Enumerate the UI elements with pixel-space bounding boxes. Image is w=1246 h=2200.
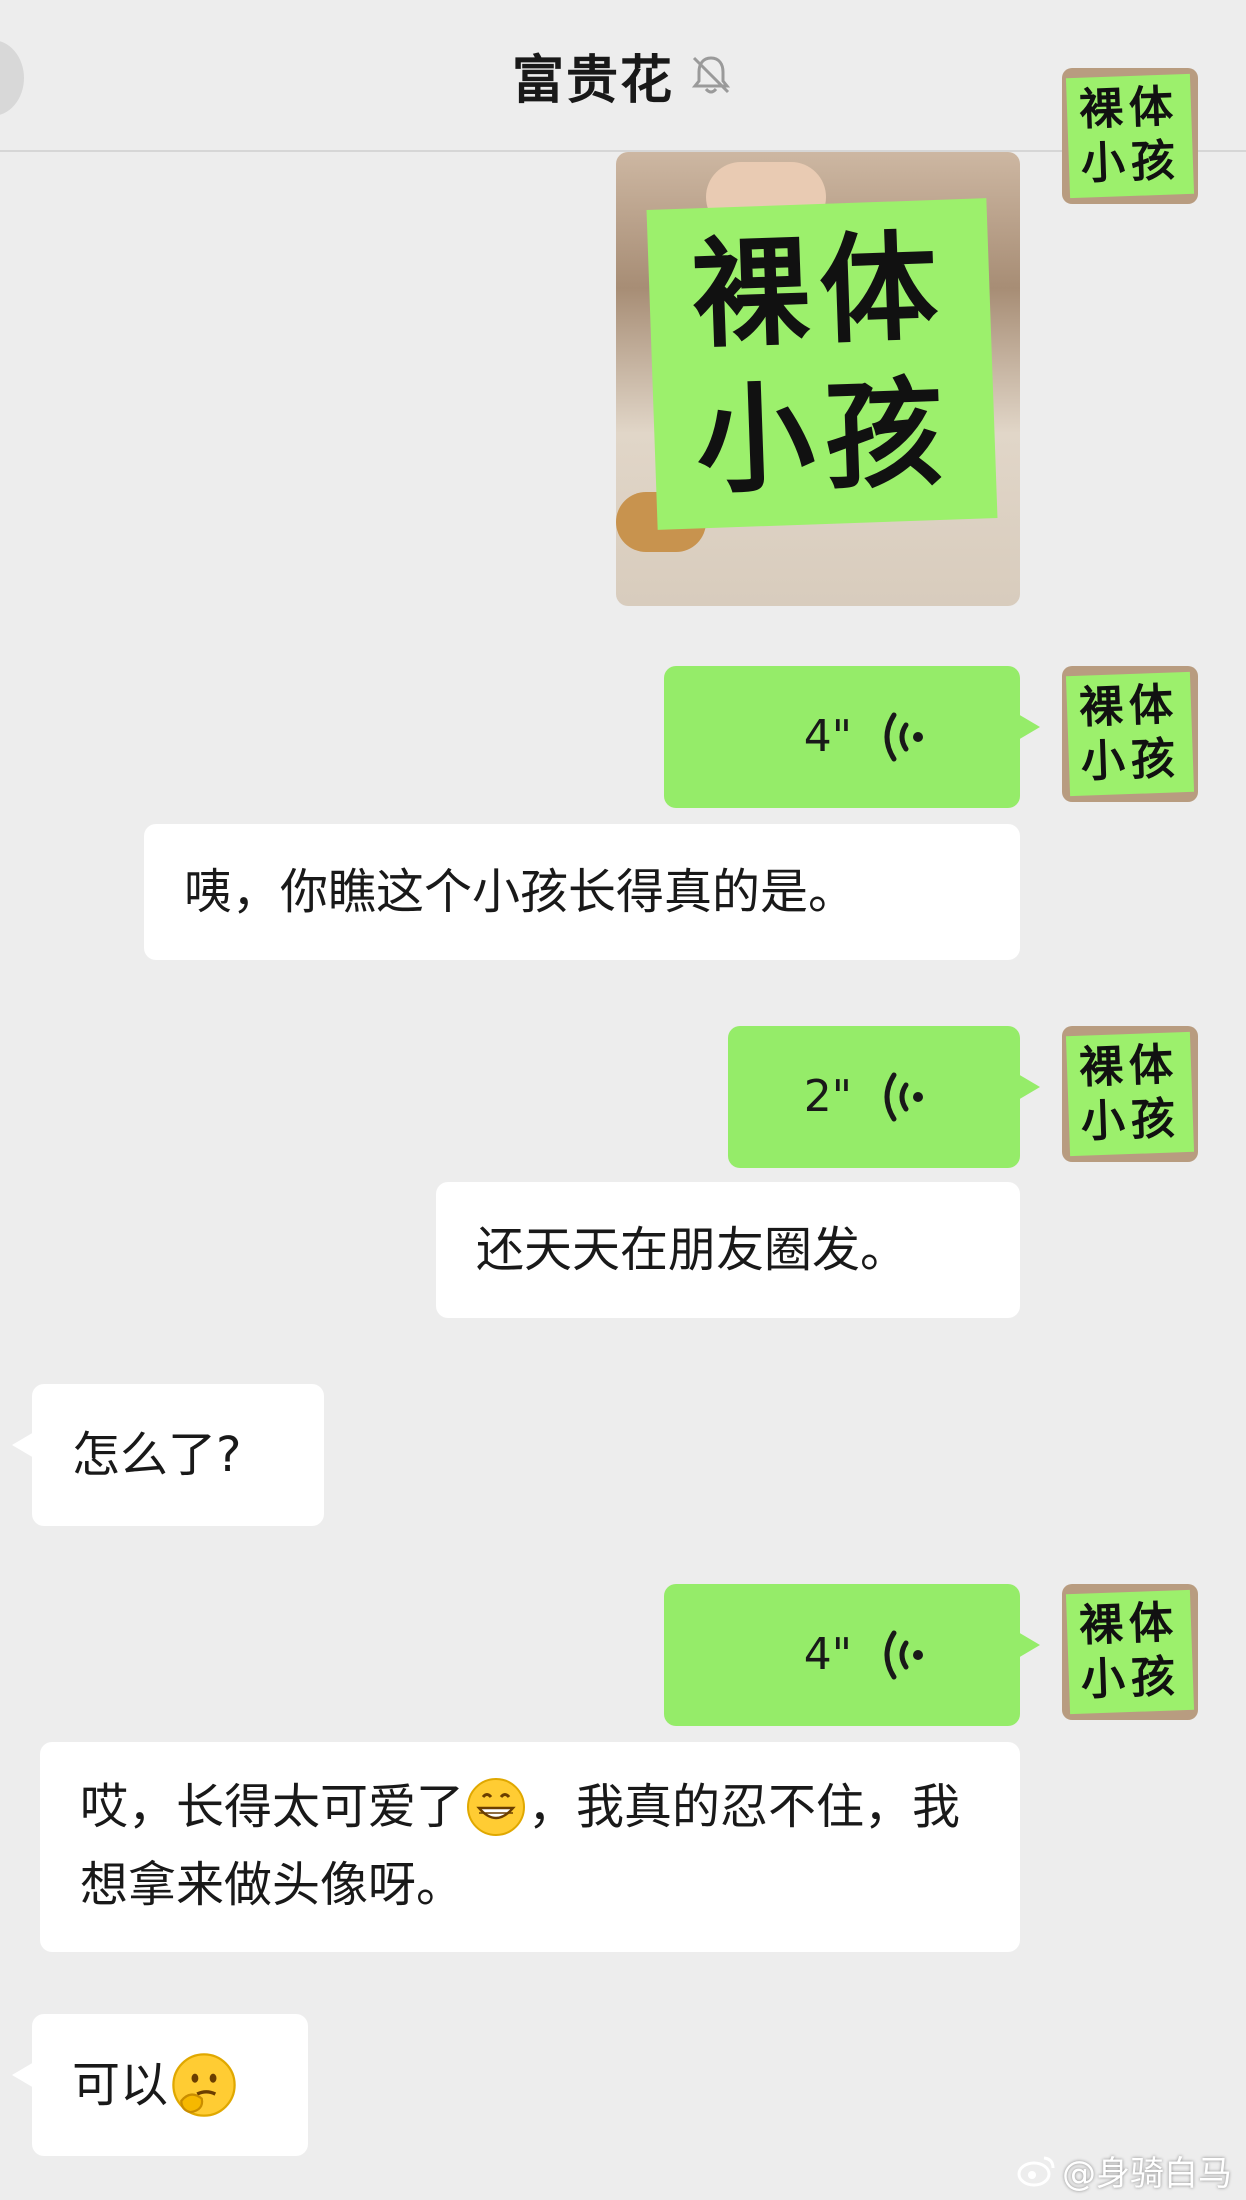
voice-message-bubble[interactable]: 2": [728, 1026, 1040, 1168]
transcription-text-bubble[interactable]: 哎，长得太可爱了 ，我真的忍不住，我想拿来做头像呀。: [40, 1742, 1020, 1952]
message-text: 咦，你瞧这个小孩长得真的是。: [184, 864, 857, 920]
image-sticker-text: 裸体 小孩: [646, 198, 998, 530]
watermark-text: @身骑白马: [1062, 2154, 1232, 2194]
message-text: 怎么了?: [72, 1427, 242, 1483]
grinning-face-emoji: [467, 1778, 526, 1836]
voice-wave-icon: [884, 712, 923, 762]
image-message[interactable]: 裸体 小孩: [616, 152, 1020, 606]
self-avatar[interactable]: 裸体 小孩: [1062, 666, 1198, 802]
back-button[interactable]: [0, 40, 24, 116]
received-message-bubble[interactable]: 怎么了?: [12, 1384, 324, 1526]
voice-message-bubble[interactable]: 4": [664, 1584, 1040, 1726]
bell-off-icon: [691, 56, 731, 94]
watermark: @身骑白马: [1016, 2146, 1232, 2195]
self-avatar[interactable]: 裸体 小孩: [1062, 1584, 1198, 1720]
message-text: 哎，长得太可爱了: [80, 1779, 465, 1835]
voice-duration: 4": [803, 711, 852, 762]
chat-header: 富贵花: [0, 0, 1246, 152]
self-avatar[interactable]: 裸体 小孩: [1062, 1026, 1198, 1162]
voice-message-bubble[interactable]: 4": [664, 666, 1040, 808]
transcription-text-bubble[interactable]: 还天天在朋友圈发。: [436, 1182, 1020, 1318]
voice-duration: 2": [803, 1071, 852, 1122]
transcription-text-bubble[interactable]: 咦，你瞧这个小孩长得真的是。: [144, 824, 1020, 960]
message-text: 还天天在朋友圈发。: [476, 1222, 909, 1278]
voice-wave-icon: [884, 1072, 923, 1122]
self-avatar[interactable]: 裸体 小孩: [1062, 68, 1198, 204]
thinking-face-emoji: [172, 2053, 236, 2117]
weibo-icon: [1017, 2156, 1055, 2186]
received-message-bubble[interactable]: 可以: [12, 2014, 308, 2156]
voice-duration: 4": [803, 1629, 852, 1680]
voice-wave-icon: [884, 1630, 923, 1680]
message-text: 可以: [72, 2057, 169, 2113]
chat-title: 富贵花: [511, 50, 674, 111]
